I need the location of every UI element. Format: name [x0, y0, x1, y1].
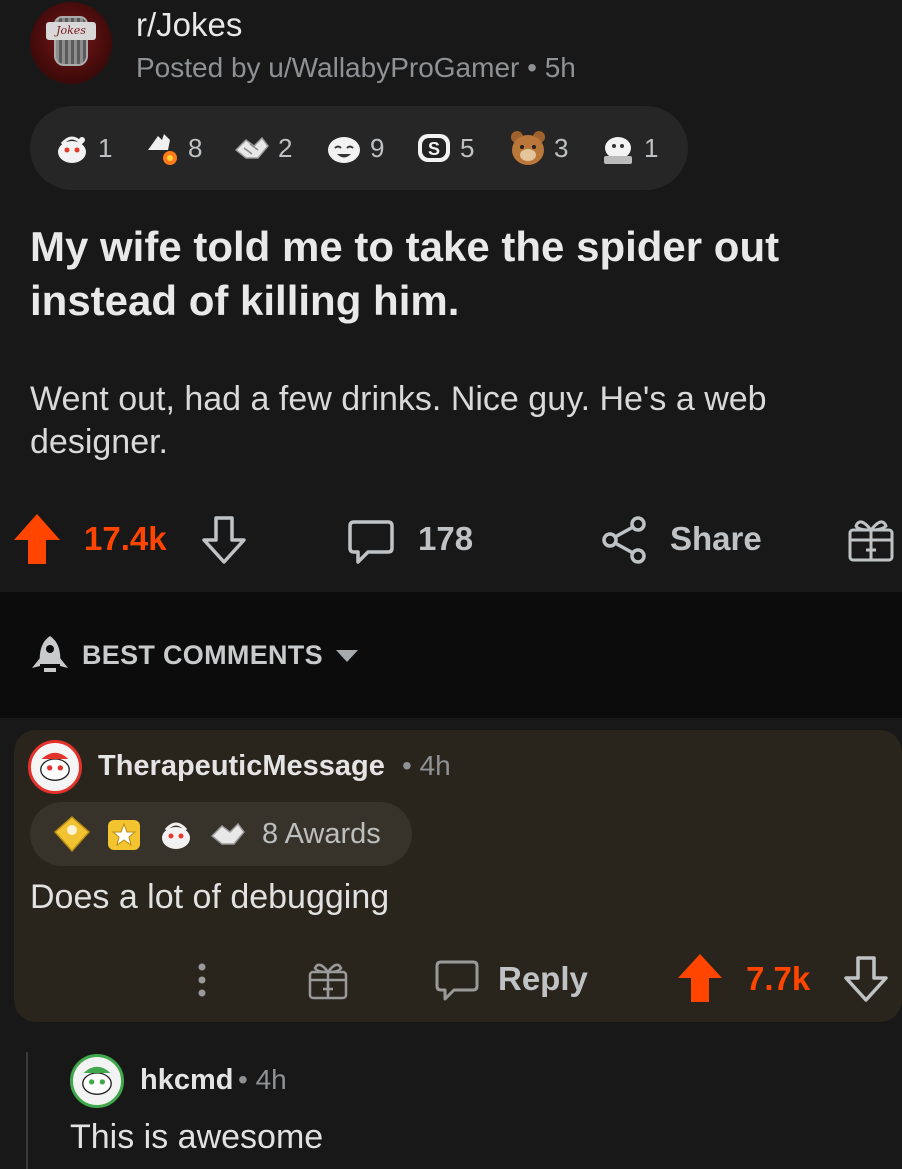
wholesome-snoo-icon: [58, 136, 86, 163]
bless-up-icon: [210, 822, 245, 845]
wholesome-snoo-icon: [162, 822, 190, 849]
award-count: 9: [370, 132, 385, 163]
post-title[interactable]: My wife told me to take the spider out i…: [30, 220, 870, 328]
laughing-snoo-icon: [328, 137, 360, 163]
downvote-arrow-icon[interactable]: [842, 954, 890, 1004]
share-icon[interactable]: [600, 514, 650, 564]
award-item[interactable]: 8: [142, 128, 202, 168]
comment-awards-count[interactable]: 8 Awards: [262, 818, 381, 851]
bless-up-icon: [234, 136, 269, 159]
comment-author[interactable]: TherapeuticMessage: [98, 750, 385, 783]
award-count: 1: [644, 132, 659, 163]
svg-text:S: S: [428, 139, 440, 159]
reply-text: This is awesome: [70, 1118, 324, 1156]
award-item[interactable]: 9: [324, 128, 384, 168]
gift-award-icon[interactable]: [306, 958, 350, 1002]
post-score: 17.4k: [84, 520, 167, 557]
s-coin-icon: S: [418, 134, 450, 162]
comment-text: Does a lot of debugging: [30, 878, 390, 916]
award-count: 2: [278, 132, 293, 163]
post-comment-count[interactable]: 178: [418, 520, 473, 558]
upvote-arrow-icon[interactable]: [12, 512, 62, 566]
bear-icon: [511, 131, 545, 165]
upvote-arrow-icon[interactable]: [676, 952, 724, 1004]
share-button[interactable]: Share: [670, 520, 762, 558]
sort-dropdown-label[interactable]: BEST COMMENTS: [82, 640, 323, 671]
chevron-down-icon[interactable]: [336, 650, 358, 662]
reply-timestamp: • 4h: [238, 1064, 287, 1095]
comment-bubble-icon[interactable]: [346, 516, 396, 566]
subreddit-name[interactable]: r/Jokes: [136, 6, 242, 44]
award-item[interactable]: 1: [598, 128, 658, 168]
helpful-hand-icon: [148, 134, 177, 165]
gold-award-icon: [53, 815, 91, 853]
more-options-icon[interactable]: [196, 962, 208, 998]
rocket-icon: [32, 636, 68, 672]
comment-score: 7.7k: [746, 960, 811, 997]
subreddit-logo-text: Jokes: [46, 22, 96, 40]
thread-line[interactable]: [26, 1052, 28, 1169]
award-item[interactable]: 1: [52, 128, 112, 168]
reply-button[interactable]: Reply: [498, 960, 588, 998]
subreddit-avatar[interactable]: Jokes: [30, 2, 112, 84]
reply-bubble-icon[interactable]: [434, 958, 480, 1002]
award-item[interactable]: S 5: [414, 128, 474, 168]
avatar[interactable]: [28, 740, 82, 794]
award-item[interactable]: 3: [508, 128, 568, 168]
post-meta[interactable]: Posted by u/WallabyProGamer • 5h: [136, 52, 576, 84]
avatar[interactable]: [70, 1054, 124, 1108]
award-count: 3: [554, 132, 569, 163]
reply-author[interactable]: hkcmd: [140, 1064, 233, 1097]
award-count: 1: [98, 132, 113, 163]
award-count: 8: [188, 132, 203, 163]
gift-award-icon[interactable]: [846, 514, 896, 564]
star-award-icon: [108, 820, 140, 850]
award-item[interactable]: 2: [232, 128, 292, 168]
post-body: Went out, had a few drinks. Nice guy. He…: [30, 380, 767, 461]
downvote-arrow-icon[interactable]: [200, 514, 248, 566]
ally-snoo-icon: [604, 137, 632, 164]
snoo-avatar-icon: [82, 1066, 112, 1095]
snoo-avatar-icon: [40, 752, 70, 781]
comment-timestamp: • 4h: [402, 750, 451, 781]
award-count: 5: [460, 132, 475, 163]
